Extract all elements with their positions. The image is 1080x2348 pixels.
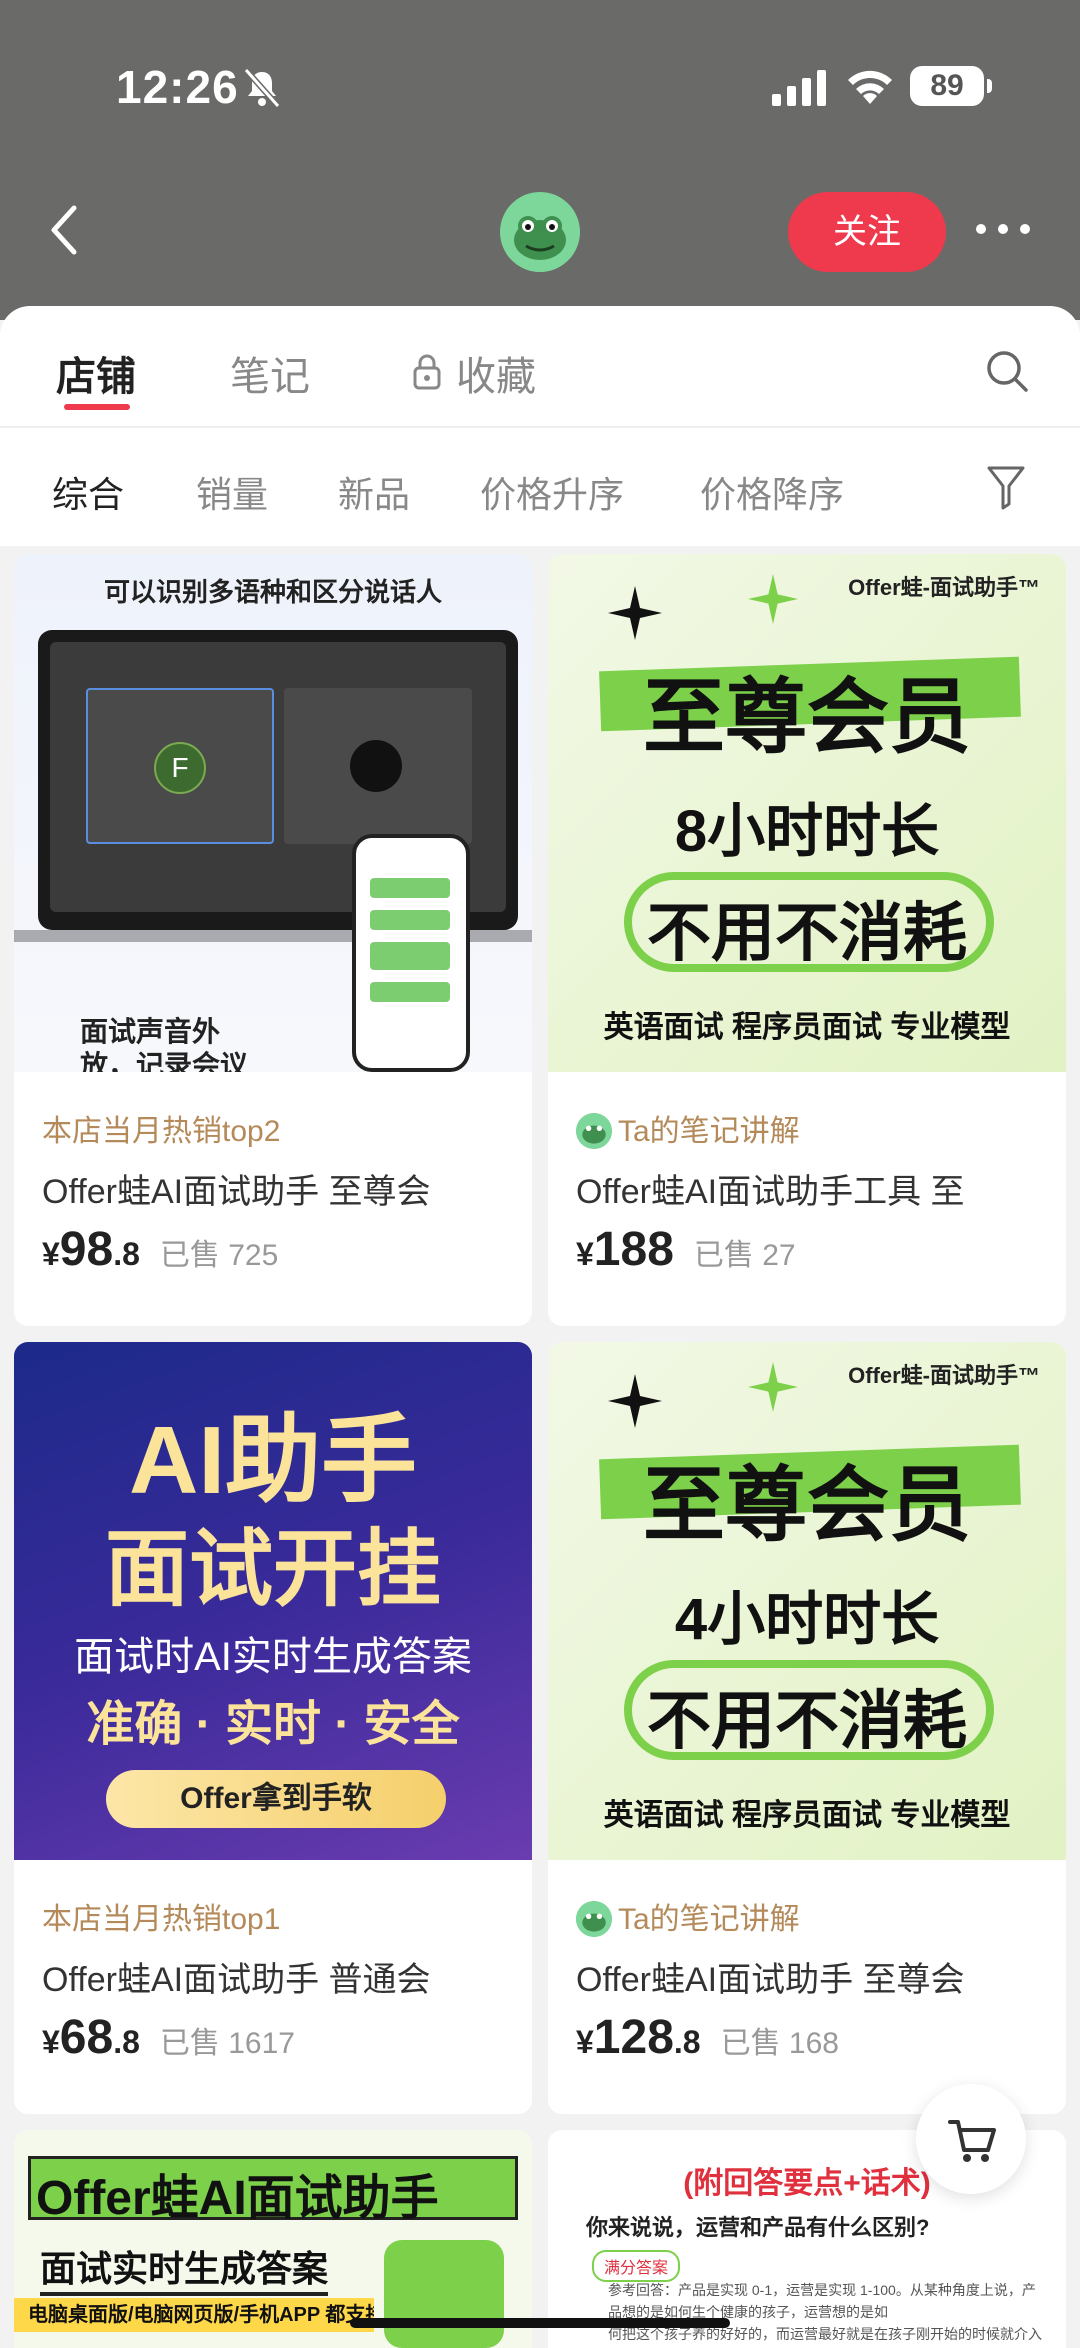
product-tag: Ta的笔记讲解 <box>576 1894 800 1938</box>
cart-icon <box>948 2120 996 2162</box>
follow-button[interactable]: 关注 <box>788 192 946 272</box>
sort-new[interactable]: 新品 <box>338 466 410 518</box>
product-tag: 本店当月热销top1 <box>42 1903 281 1936</box>
image-slogan: 不用不消耗 <box>647 1685 967 1757</box>
sparkle-icon <box>748 1362 798 1412</box>
product-title: Offer蛙AI面试助手 至尊会 <box>42 1173 431 1211</box>
product-image: Offer蛙-面试助手™ 至尊会员 8小时时长 不用不消耗 英语面试 程序员面试… <box>548 554 1066 1072</box>
sparkle-icon <box>748 574 798 624</box>
note-tag-label[interactable]: Ta的笔记讲解 <box>618 1903 800 1936</box>
product-tag: Ta的笔记讲解 <box>576 1106 800 1150</box>
sold-count: 已售 1617 <box>159 2027 295 2060</box>
image-question: 你来说说，运营和产品有什么区别? <box>586 2215 930 2240</box>
signal-icon <box>772 70 826 106</box>
product-card[interactable]: Offer蛙-面试助手™ 至尊会员 8小时时长 不用不消耗 英语面试 程序员面试… <box>548 554 1066 1326</box>
price-integer: 98 <box>59 1223 114 1276</box>
bell-muted-icon <box>243 68 281 108</box>
currency: ¥ <box>576 2024 594 2060</box>
answer-badge: 满分答案 <box>592 2250 681 2282</box>
note-tag-label[interactable]: Ta的笔记讲解 <box>618 1115 800 1148</box>
image-headline: 可以识别多语种和区分说话人 <box>103 577 442 607</box>
image-pill: Offer拿到手软 <box>106 1770 446 1828</box>
price-integer: 68 <box>59 2011 114 2064</box>
sort-price-desc[interactable]: 价格降序 <box>700 466 844 518</box>
image-title: Offer蛙AI面试助手 <box>36 2172 439 2225</box>
sparkle-icon <box>608 1374 662 1428</box>
participant-avatar: F <box>154 742 206 794</box>
price-integer: 128 <box>593 2011 674 2064</box>
product-image: Offer蛙-面试助手™ 至尊会员 4小时时长 不用不消耗 英语面试 程序员面试… <box>548 1342 1066 1860</box>
store-avatar[interactable] <box>500 192 580 272</box>
product-title: Offer蛙AI面试助手工具 至 <box>576 1173 965 1211</box>
image-features: 准确 · 实时 · 安全 <box>86 1698 460 1751</box>
image-tags: 英语面试 程序员面试 专业模型 <box>603 1011 1011 1044</box>
product-image: Offer蛙AI面试助手 面试实时生成答案 电脑桌面版/电脑网页版/手机APP … <box>14 2130 532 2348</box>
frog-logo-icon <box>500 192 580 272</box>
sort-sales[interactable]: 销量 <box>196 466 268 518</box>
frog-avatar-icon <box>576 1901 612 1937</box>
currency: ¥ <box>576 1236 594 1272</box>
product-title: Offer蛙AI面试助手 普通会 <box>42 1961 431 1999</box>
sold-count: 已售 725 <box>159 1239 279 1272</box>
tab-notes[interactable]: 笔记 <box>230 344 310 402</box>
image-description: 面试时AI实时生成答案 <box>74 1635 472 1679</box>
status-bar: 12:26 89 <box>0 0 1080 180</box>
status-time: 12:26 <box>116 61 239 113</box>
product-image: AI助手 面试开挂 面试时AI实时生成答案 准确 · 实时 · 安全 Offer… <box>14 1342 532 1860</box>
image-title: 至尊会员 <box>642 672 971 763</box>
product-tag: 本店当月热销top2 <box>42 1115 281 1148</box>
product-card[interactable]: Offer蛙-面试助手™ 至尊会员 4小时时长 不用不消耗 英语面试 程序员面试… <box>548 1342 1066 2114</box>
sort-bar: 综合 销量 新品 价格升序 价格降序 <box>0 428 1080 546</box>
image-brand: Offer蛙-面试助手™ <box>848 575 1040 600</box>
frog-avatar-icon <box>576 1113 612 1149</box>
sort-comprehensive[interactable]: 综合 <box>52 466 124 518</box>
sparkle-icon <box>608 586 662 640</box>
sold-count: 已售 27 <box>693 1239 796 1272</box>
sold-count: 已售 168 <box>720 2027 839 2060</box>
image-brand: Offer蛙-面试助手™ <box>848 1363 1040 1388</box>
image-caption: 放，记录会议 <box>80 1050 249 1072</box>
product-card[interactable]: 可以识别多语种和区分说话人 F 面试声音外 放，记录会议 本店当月热销top2 … <box>14 554 532 1326</box>
price-row: ¥188 已售 27 <box>576 1222 796 1277</box>
image-slogan: 不用不消耗 <box>647 897 967 969</box>
search-icon[interactable] <box>984 348 1030 394</box>
image-title: AI助手 <box>129 1407 417 1514</box>
currency: ¥ <box>42 1236 60 1272</box>
store-tabs: 店铺 笔记 收藏 <box>0 306 1080 426</box>
price-decimal: .8 <box>673 2024 701 2060</box>
home-indicator <box>350 2318 730 2328</box>
price-row: ¥128.8 已售 168 <box>576 2010 839 2065</box>
price-decimal: .8 <box>113 2024 140 2060</box>
product-title: Offer蛙AI面试助手 至尊会 <box>576 1961 965 1999</box>
image-title: 至尊会员 <box>642 1460 971 1551</box>
price-row: ¥98.8 已售 725 <box>42 1222 278 1277</box>
price-integer: 188 <box>593 1223 674 1276</box>
more-options-icon[interactable] <box>976 222 1032 238</box>
product-image: 可以识别多语种和区分说话人 F 面试声音外 放，记录会议 <box>14 554 532 1072</box>
back-icon[interactable] <box>44 200 84 260</box>
price-decimal: .8 <box>113 1236 140 1272</box>
image-subtitle: 面试开挂 <box>104 1522 441 1616</box>
cart-button[interactable] <box>916 2084 1026 2194</box>
tab-favorites[interactable]: 收藏 <box>456 344 536 402</box>
image-subtitle: 面试实时生成答案 <box>40 2240 329 2296</box>
price-row: ¥68.8 已售 1617 <box>42 2010 295 2065</box>
image-subtitle: 4小时时长 <box>674 1587 940 1652</box>
answer-text: 参考回答：产品是实现 0-1，运营是实现 1-100。从某种角度上说，产 <box>608 2282 1036 2298</box>
battery-indicator: 89 <box>910 66 992 106</box>
lock-icon <box>413 354 441 390</box>
active-tab-indicator <box>64 404 130 410</box>
product-card[interactable]: AI助手 面试开挂 面试时AI实时生成答案 准确 · 实时 · 安全 Offer… <box>14 1342 532 2114</box>
image-platforms: 电脑桌面版/电脑网页版/手机APP 都支持！ <box>14 2298 374 2332</box>
product-card[interactable]: Offer蛙AI面试助手 面试实时生成答案 电脑桌面版/电脑网页版/手机APP … <box>14 2130 532 2348</box>
phone-illustration <box>352 834 470 1072</box>
filter-icon[interactable] <box>986 464 1026 510</box>
wifi-icon <box>848 70 892 104</box>
sort-price-asc[interactable]: 价格升序 <box>480 466 624 518</box>
tab-store[interactable]: 店铺 <box>56 344 136 402</box>
image-tags: 英语面试 程序员面试 专业模型 <box>603 1799 1011 1832</box>
image-subtitle: 8小时时长 <box>674 799 940 864</box>
currency: ¥ <box>42 2024 60 2060</box>
